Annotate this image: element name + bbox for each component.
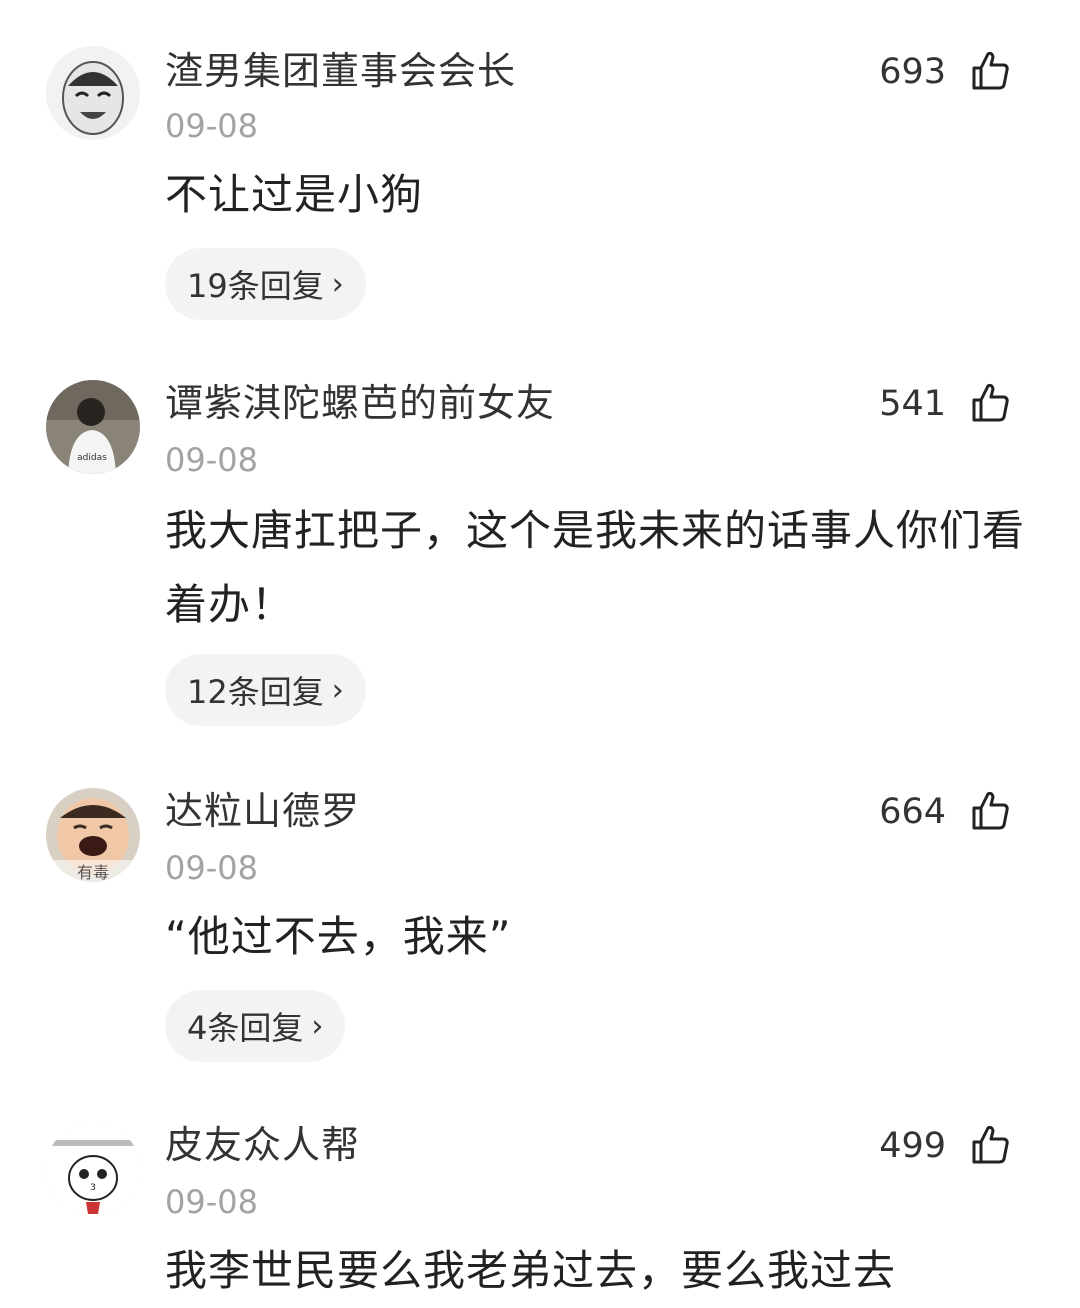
comment-text: 不让过是小狗 [165, 170, 424, 219]
username[interactable]: 谭紫淇陀螺芭的前女友 [165, 380, 555, 426]
like-count: 664 [879, 792, 946, 832]
replies-label: 19条回复 [187, 267, 324, 305]
cartoon-doodle-face-avatar-icon: 3 [46, 1122, 140, 1216]
comment-date: 09-08 [165, 1183, 258, 1221]
thumbs-up-icon[interactable] [968, 380, 1012, 424]
avatar[interactable] [46, 46, 140, 140]
comment-item: 渣男集团董事会会长 693 09-08 不让过是小狗 19条回复 › [0, 46, 1080, 336]
laughing-face-meme-avatar-icon [46, 46, 140, 140]
like-count: 499 [879, 1126, 946, 1166]
avatar-caption: 有毒 [77, 863, 109, 882]
username[interactable]: 皮友众人帮 [165, 1122, 360, 1168]
username[interactable]: 渣男集团董事会会长 [165, 48, 516, 94]
comment-text: “他过不去，我来” [165, 912, 512, 961]
like-count: 541 [879, 384, 946, 424]
replies-label: 12条回复 [187, 673, 324, 711]
comment-text: 我大唐扛把子，这个是我未来的话事人你们看着办！ [165, 506, 1026, 629]
thumbs-up-icon[interactable] [968, 48, 1012, 92]
comment-date: 09-08 [165, 849, 258, 887]
like-count: 693 [879, 52, 946, 92]
view-replies-button[interactable]: 4条回复 › [165, 990, 346, 1062]
comment-text: 我李世民要么我老弟过去，要么我过去 [165, 1246, 897, 1295]
avatar[interactable]: 有毒 [46, 788, 140, 882]
baby-face-avatar-icon: 有毒 [46, 788, 140, 882]
view-replies-button[interactable]: 12条回复 › [165, 654, 366, 726]
chevron-right-icon: › [331, 266, 344, 302]
comment-date: 09-08 [165, 441, 258, 479]
view-replies-button[interactable]: 19条回复 › [165, 248, 366, 320]
comment-item: 有毒 达粒山德罗 664 09-08 “他过不去，我来” 4条回复 › [0, 788, 1080, 1078]
thumbs-up-icon[interactable] [968, 788, 1012, 832]
svg-text:3: 3 [90, 1183, 96, 1193]
username[interactable]: 达粒山德罗 [165, 788, 360, 834]
replies-label: 4条回复 [187, 1009, 304, 1047]
chevron-right-icon: › [311, 1008, 324, 1044]
avatar[interactable]: 3 [46, 1122, 140, 1216]
chevron-right-icon: › [331, 672, 344, 708]
avatar[interactable]: adidas [46, 380, 140, 474]
comment-item: adidas 谭紫淇陀螺芭的前女友 541 09-08 我大唐扛把子，这个是我未… [0, 380, 1080, 730]
comment-item: 3 皮友众人帮 499 09-08 我李世民要么我老弟过去，要么我过去 [0, 1122, 1080, 1304]
thumbs-up-icon[interactable] [968, 1122, 1012, 1166]
comment-date: 09-08 [165, 107, 258, 145]
svg-text:adidas: adidas [77, 453, 107, 463]
selfie-person-avatar-icon: adidas [46, 380, 140, 474]
